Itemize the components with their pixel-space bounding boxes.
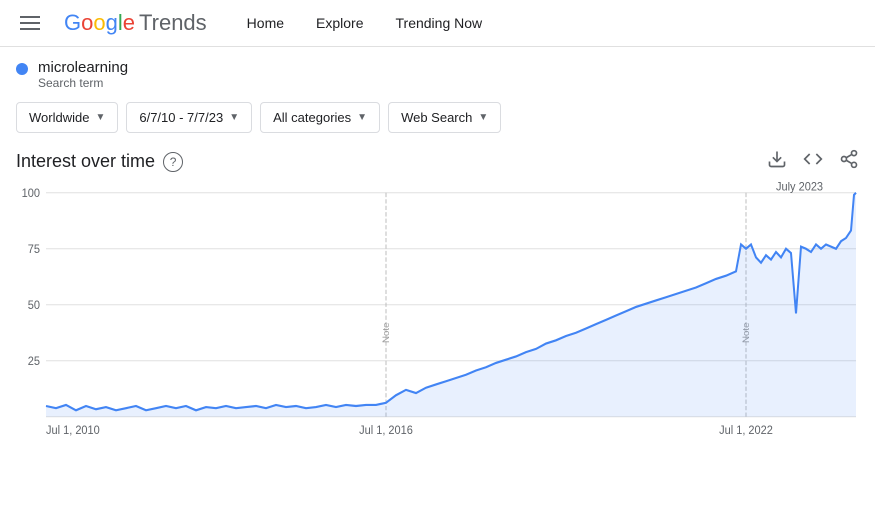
help-icon[interactable]: ? (163, 152, 183, 172)
search-type-label: Search term (38, 76, 128, 90)
search-type-label: Web Search (401, 110, 472, 125)
search-term: microlearning (38, 59, 128, 76)
svg-text:50: 50 (28, 300, 40, 312)
hamburger-menu[interactable] (16, 12, 44, 34)
chart-actions (767, 149, 859, 174)
share-icon[interactable] (839, 149, 859, 174)
chevron-down-icon: ▼ (478, 112, 488, 123)
chart-header: Interest over time ? (16, 149, 859, 174)
download-icon[interactable] (767, 149, 787, 174)
date-label: 6/7/10 - 7/7/23 (139, 110, 223, 125)
chevron-down-icon: ▼ (95, 112, 105, 123)
svg-text:25: 25 (28, 356, 40, 368)
region-filter[interactable]: Worldwide ▼ (16, 102, 118, 133)
google-wordmark: Google (64, 10, 135, 36)
svg-text:July 2023: July 2023 (776, 182, 823, 194)
chart-title: Interest over time (16, 151, 155, 172)
embed-icon[interactable] (803, 149, 823, 174)
svg-text:100: 100 (22, 188, 40, 200)
svg-text:Jul 1, 2016: Jul 1, 2016 (359, 425, 413, 437)
region-label: Worldwide (29, 110, 89, 125)
chart-title-area: Interest over time ? (16, 151, 183, 172)
search-term-dot (16, 63, 28, 75)
category-filter[interactable]: All categories ▼ (260, 102, 380, 133)
category-label: All categories (273, 110, 351, 125)
nav-home[interactable]: Home (247, 11, 284, 35)
search-type-filter[interactable]: Web Search ▼ (388, 102, 501, 133)
nav-trending-now[interactable]: Trending Now (396, 11, 483, 35)
chevron-down-icon: ▼ (229, 112, 239, 123)
trend-chart: 100 75 50 25 Note Note July 2023 Jul 1, … (16, 182, 859, 462)
svg-text:75: 75 (28, 244, 40, 256)
nav-explore[interactable]: Explore (316, 11, 363, 35)
trends-wordmark: Trends (139, 10, 207, 36)
svg-text:Jul 1, 2010: Jul 1, 2010 (46, 425, 100, 437)
header: Google Trends Home Explore Trending Now (0, 0, 875, 47)
search-info: microlearning Search term (38, 59, 128, 90)
date-filter[interactable]: 6/7/10 - 7/7/23 ▼ (126, 102, 252, 133)
svg-text:Note: Note (381, 323, 391, 343)
google-trends-logo: Google Trends (64, 10, 207, 36)
svg-text:Jul 1, 2022: Jul 1, 2022 (719, 425, 773, 437)
chart-section: Interest over time ? (0, 145, 875, 462)
main-nav: Home Explore Trending Now (247, 11, 482, 35)
filter-row: Worldwide ▼ 6/7/10 - 7/7/23 ▼ All catego… (0, 94, 875, 145)
chevron-down-icon: ▼ (357, 112, 367, 123)
search-area: microlearning Search term (0, 47, 875, 94)
chart-container: 100 75 50 25 Note Note July 2023 Jul 1, … (16, 182, 859, 462)
